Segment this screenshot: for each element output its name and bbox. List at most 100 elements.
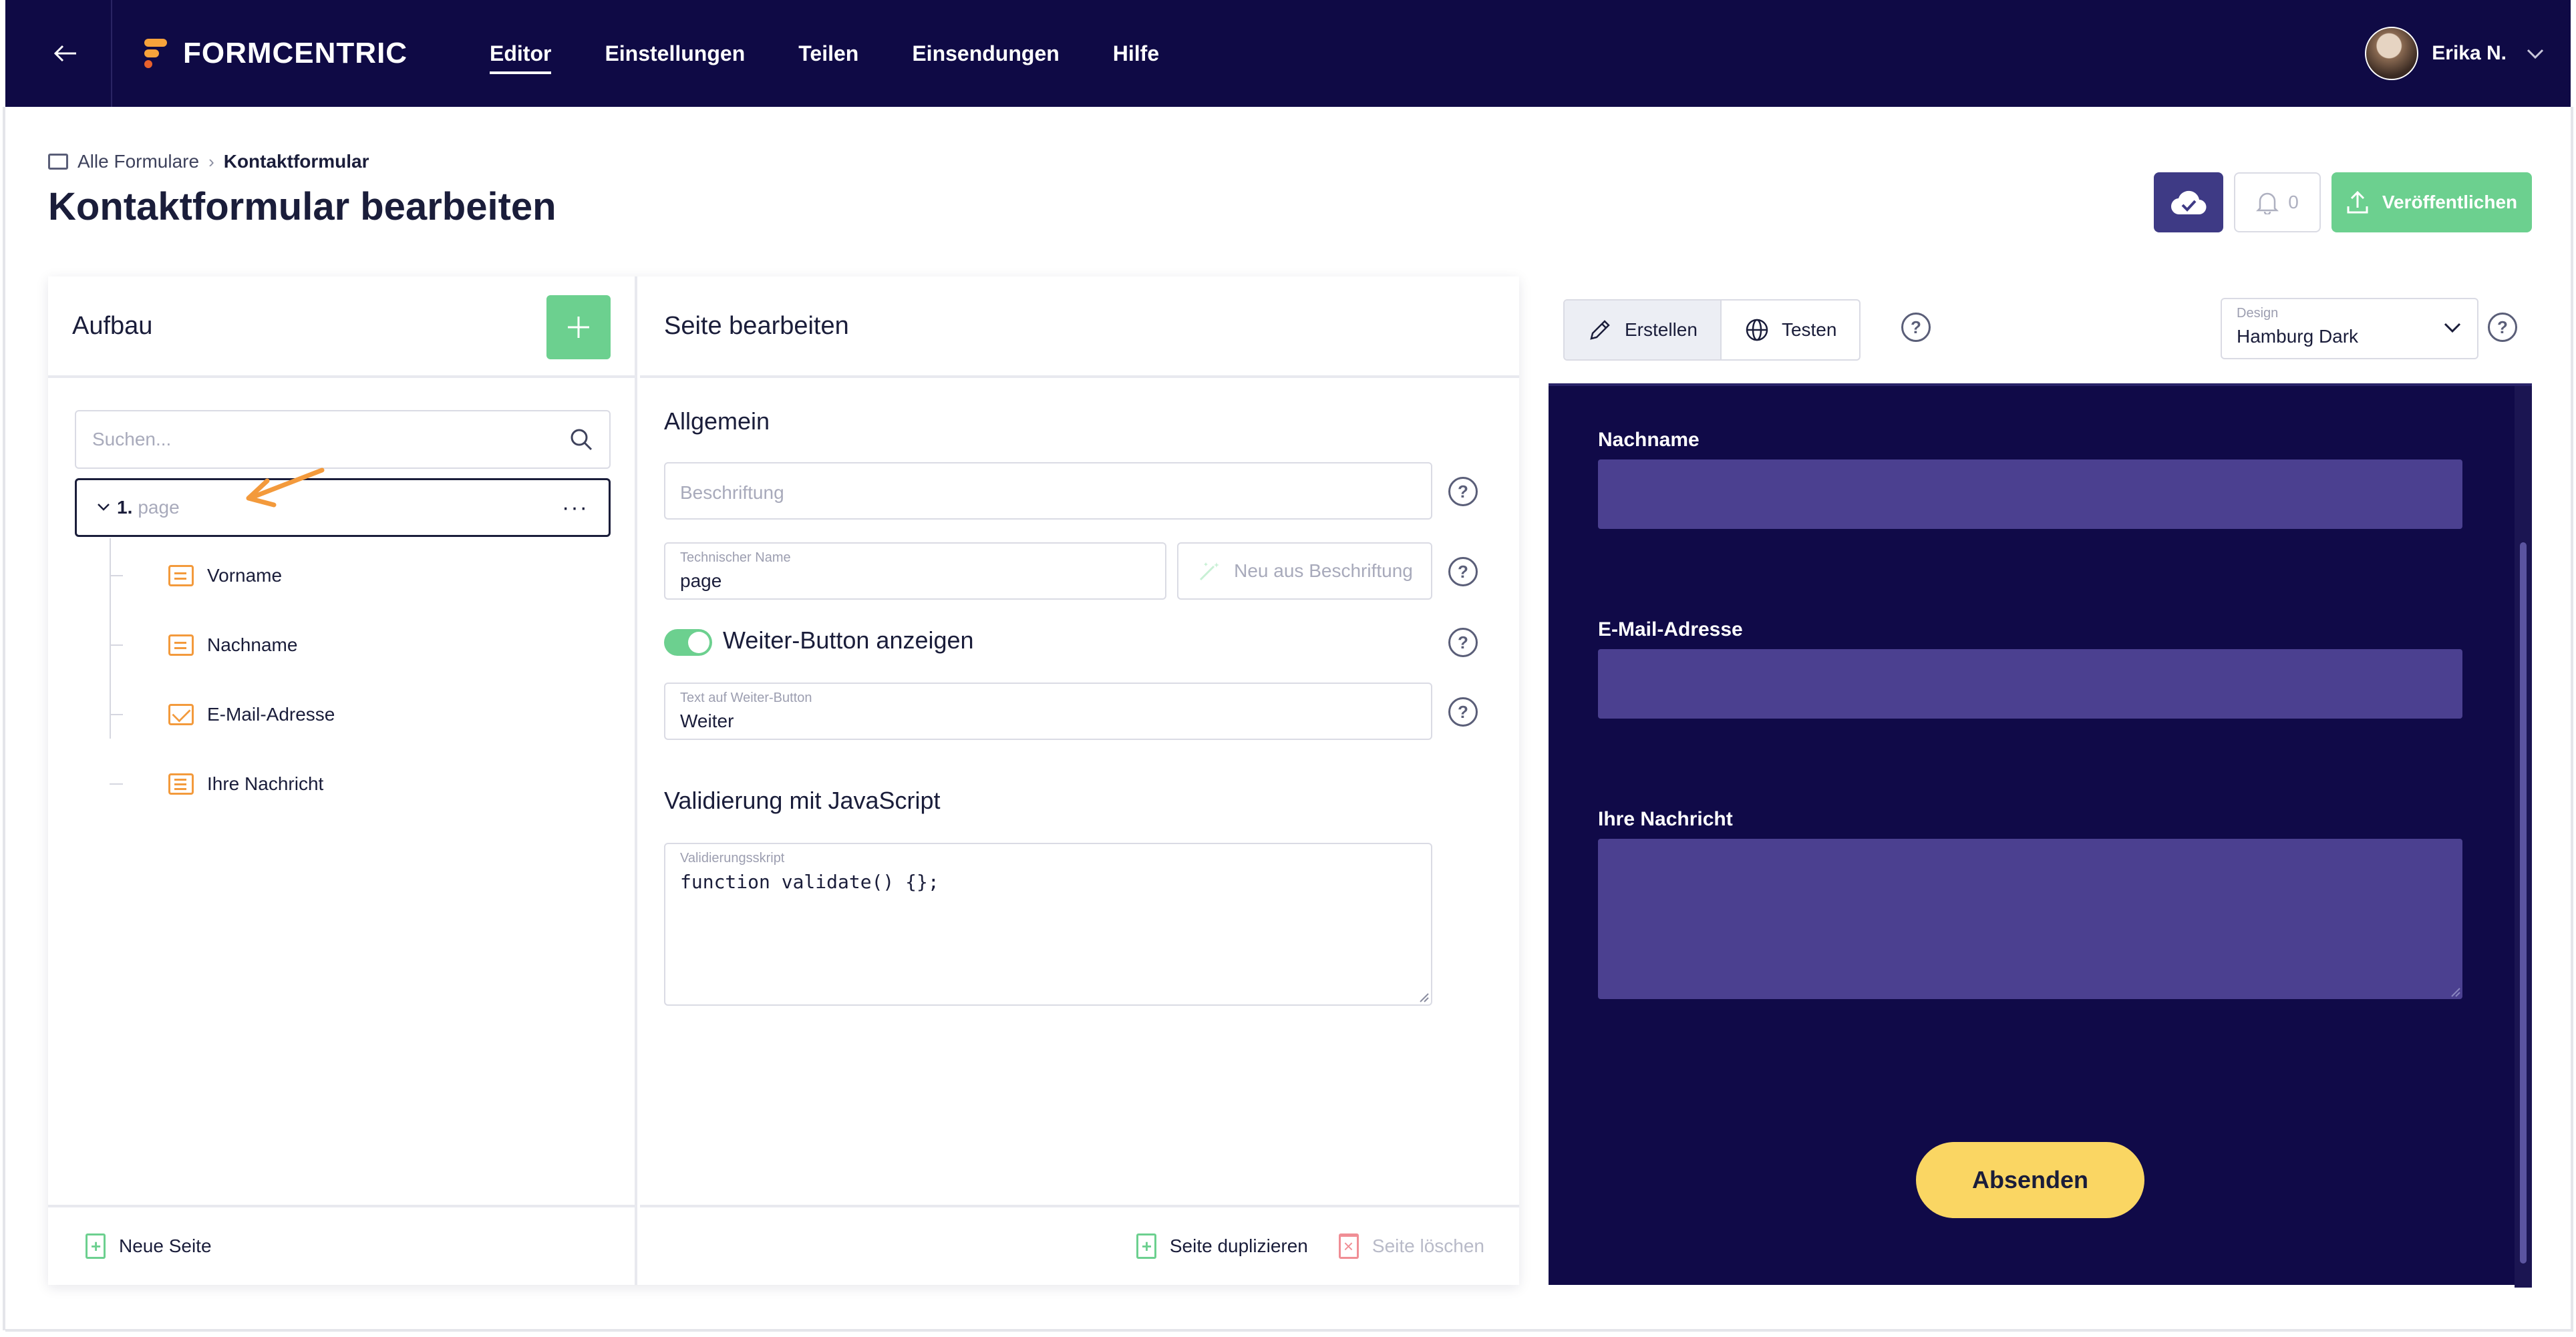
tree-field-vorname[interactable]: Vorname xyxy=(110,556,577,596)
header-actions: 0 Veröffentlichen xyxy=(2154,172,2532,232)
formcentric-logo: FORMCENTRIC xyxy=(143,33,408,73)
help-icon[interactable]: ? xyxy=(1448,697,1478,727)
design-caption: Design xyxy=(2237,306,2279,321)
preview-scrollbar[interactable] xyxy=(2515,386,2532,1288)
submit-button[interactable]: Absenden xyxy=(1916,1142,2144,1218)
page-edge xyxy=(2571,107,2573,1330)
preview-textarea-message[interactable] xyxy=(1598,839,2462,999)
next-button-toggle[interactable] xyxy=(664,629,712,656)
cloud-check-icon xyxy=(2170,190,2207,215)
avatar xyxy=(2365,27,2419,80)
annotation-arrow-icon xyxy=(246,467,325,508)
validation-script-code: function validate() {}; xyxy=(680,871,939,893)
page-editor-header: Seite bearbeiten xyxy=(640,276,1519,378)
scrollbar-thumb[interactable] xyxy=(2520,542,2527,1264)
tree-field-nachname[interactable]: Nachname xyxy=(110,625,577,665)
text-field-icon xyxy=(168,565,194,586)
tab-erstellen[interactable]: Erstellen xyxy=(1565,301,1722,359)
tree-field-email[interactable]: E-Mail-Adresse xyxy=(110,695,577,735)
page-edge xyxy=(3,107,5,1330)
tree-field-message[interactable]: Ihre Nachricht xyxy=(110,764,577,804)
next-button-text-field[interactable]: Text auf Weiter-Button Weiter xyxy=(664,683,1432,740)
upload-icon xyxy=(2347,190,2368,214)
technical-name-field[interactable]: Technischer Name page xyxy=(664,542,1166,600)
mode-switch: Erstellen Testen xyxy=(1563,299,1861,361)
nav-einstellungen[interactable]: Einstellungen xyxy=(605,41,745,66)
chevron-down-icon xyxy=(2444,317,2461,338)
page-editor-title: Seite bearbeiten xyxy=(664,311,849,340)
help-icon[interactable]: ? xyxy=(1901,313,1931,342)
next-button-text-value: Weiter xyxy=(680,711,734,731)
resize-handle-icon[interactable] xyxy=(1416,990,1430,1003)
add-element-button[interactable] xyxy=(546,295,611,359)
trash-icon xyxy=(1338,1233,1359,1259)
search-icon xyxy=(571,429,593,451)
textarea-field-icon xyxy=(168,773,194,795)
resize-handle-icon[interactable] xyxy=(2448,984,2461,998)
breadcrumb-all-forms[interactable]: Alle Formulare xyxy=(77,151,199,172)
magic-wand-icon xyxy=(1200,562,1220,581)
main-nav: Editor Einstellungen Teilen Einsendungen… xyxy=(490,33,1159,74)
publish-button[interactable]: Veröffentlichen xyxy=(2331,172,2532,232)
page-number: 1. xyxy=(117,497,133,518)
validation-script-field[interactable]: Validierungsskript function validate() {… xyxy=(664,843,1432,1006)
duplicate-page-icon xyxy=(1136,1233,1156,1259)
nav-hilfe[interactable]: Hilfe xyxy=(1113,41,1159,66)
help-icon[interactable]: ? xyxy=(1448,477,1478,506)
section-validation-title: Validierung mit JavaScript xyxy=(664,787,941,814)
chevron-down-icon xyxy=(2527,43,2544,64)
technical-name-caption: Technischer Name xyxy=(680,550,791,565)
tab-erstellen-label: Erstellen xyxy=(1625,319,1698,340)
preview-input-email[interactable] xyxy=(1598,649,2462,719)
folder-icon xyxy=(48,154,68,170)
tree-field-label: Nachname xyxy=(207,634,298,655)
help-icon[interactable]: ? xyxy=(1448,557,1478,586)
page-editor-footer: Seite duplizieren Seite löschen xyxy=(640,1205,1519,1285)
new-page-button[interactable]: Neue Seite xyxy=(86,1233,212,1259)
page-label: page xyxy=(138,497,180,518)
save-cloud-button[interactable] xyxy=(2154,172,2223,232)
duplicate-page-button[interactable]: Seite duplizieren xyxy=(1136,1233,1308,1259)
divider xyxy=(111,0,112,107)
breadcrumb-current: Kontaktformular xyxy=(223,151,369,172)
nav-teilen[interactable]: Teilen xyxy=(798,41,858,66)
preview-label-email: E-Mail-Adresse xyxy=(1598,618,1743,640)
chevron-right-icon: › xyxy=(208,151,214,172)
new-page-icon xyxy=(86,1233,106,1259)
publish-label: Veröffentlichen xyxy=(2382,192,2518,212)
logo-text: FORMCENTRIC xyxy=(183,37,408,69)
tree-page-node[interactable]: 1. page ··· xyxy=(75,478,611,537)
mail-field-icon xyxy=(168,704,194,725)
preview-label-nachname: Nachname xyxy=(1598,429,1700,451)
top-navigation-bar: FORMCENTRIC Editor Einstellungen Teilen … xyxy=(5,0,2571,107)
nav-einsendungen[interactable]: Einsendungen xyxy=(912,41,1059,66)
caption-field[interactable]: Beschriftung xyxy=(664,462,1432,520)
new-page-label: Neue Seite xyxy=(119,1235,212,1256)
notifications-button[interactable]: 0 xyxy=(2234,172,2321,232)
validation-script-caption: Validierungsskript xyxy=(680,851,785,866)
duplicate-page-label: Seite duplizieren xyxy=(1169,1235,1308,1256)
caption-placeholder: Beschriftung xyxy=(680,482,784,503)
design-value: Hamburg Dark xyxy=(2237,326,2359,347)
technical-name-value: page xyxy=(680,570,722,591)
help-icon[interactable]: ? xyxy=(1448,628,1478,657)
pencil-icon xyxy=(1590,320,1610,340)
preview-input-nachname[interactable] xyxy=(1598,459,2462,529)
user-menu[interactable]: Erika N. xyxy=(2365,25,2544,81)
plus-icon xyxy=(568,317,589,338)
bell-icon xyxy=(2256,192,2279,214)
globe-icon xyxy=(1746,319,1768,341)
from-caption-button[interactable]: Neu aus Beschriftung xyxy=(1177,542,1432,600)
tab-testen[interactable]: Testen xyxy=(1722,301,1859,359)
back-arrow-icon[interactable] xyxy=(39,33,92,73)
delete-page-button[interactable]: Seite löschen xyxy=(1338,1233,1484,1259)
tree-field-label: Vorname xyxy=(207,565,283,586)
help-icon[interactable]: ? xyxy=(2488,313,2517,342)
from-caption-label: Neu aus Beschriftung xyxy=(1234,560,1413,581)
more-options-icon[interactable]: ··· xyxy=(562,495,589,521)
chevron-down-icon[interactable] xyxy=(97,499,110,516)
breadcrumb: Alle Formulare › Kontaktformular xyxy=(48,151,369,172)
nav-editor[interactable]: Editor xyxy=(490,41,552,74)
design-select[interactable]: Design Hamburg Dark xyxy=(2221,298,2478,359)
search-input[interactable] xyxy=(92,429,569,450)
